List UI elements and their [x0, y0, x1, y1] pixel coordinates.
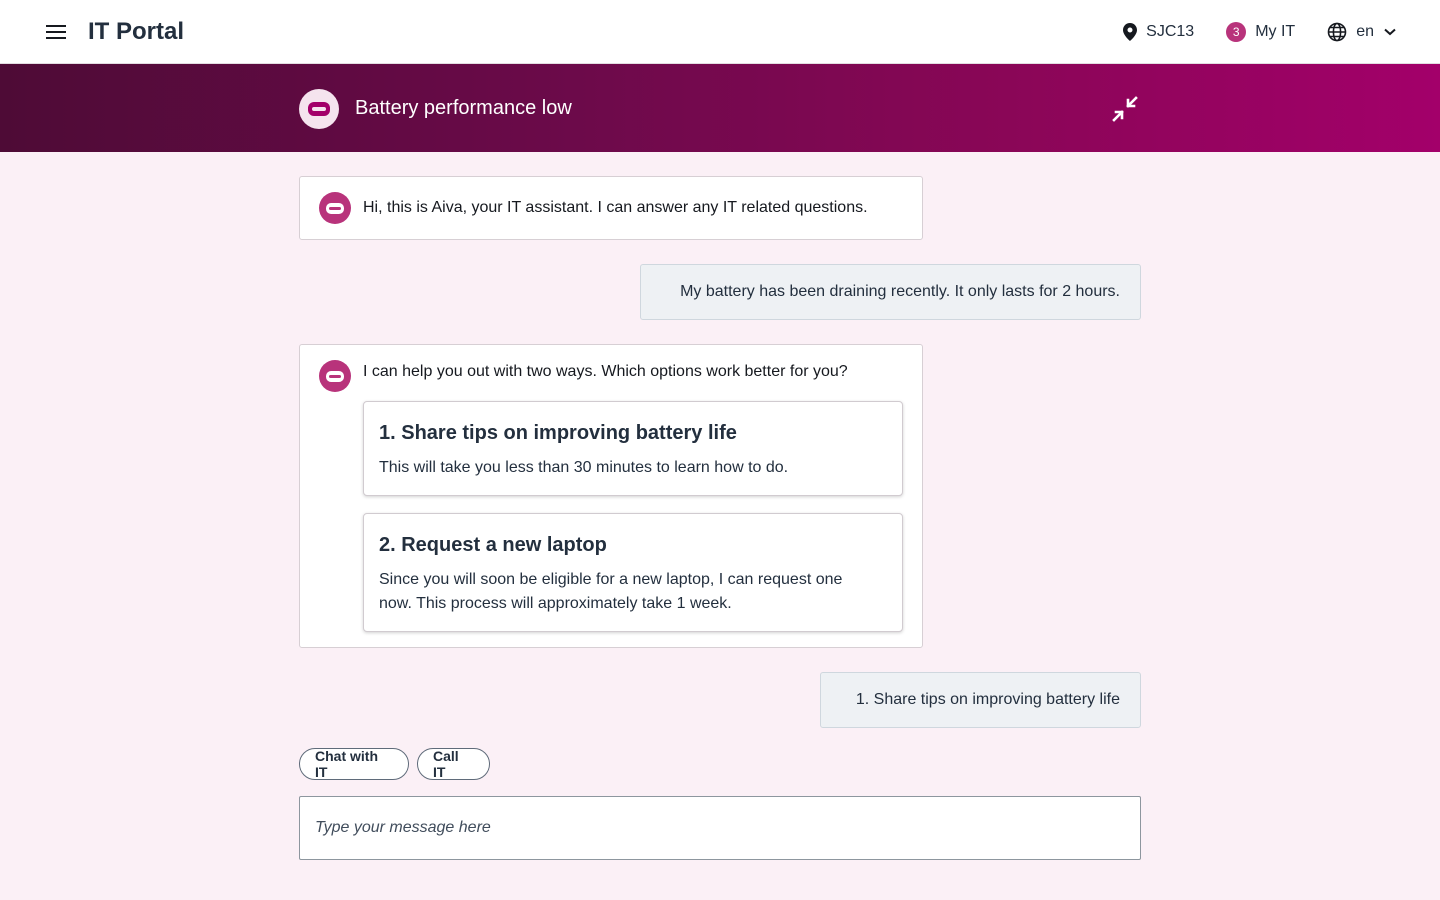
language-label: en: [1356, 23, 1374, 40]
user-message: 1. Share tips on improving battery life: [820, 672, 1141, 728]
call-it-button[interactable]: Call IT: [417, 748, 490, 780]
option-title: 2. Request a new laptop: [379, 534, 607, 556]
robot-icon: [299, 89, 339, 129]
robot-icon: [319, 192, 351, 224]
robot-icon: [319, 360, 351, 392]
option-description: This will take you less than 30 minutes …: [379, 459, 789, 476]
my-it-count-badge: 3: [1226, 22, 1247, 42]
option-title: 1. Share tips on improving battery life: [379, 422, 737, 444]
location-label: SJC13: [1146, 23, 1195, 40]
my-it-label: My IT: [1255, 23, 1296, 40]
nav-right-group: SJC13 3 My IT en: [1123, 16, 1396, 48]
user-message: My battery has been draining recently. I…: [640, 264, 1141, 320]
top-navigation: IT Portal SJC13 3 My IT en: [0, 0, 1440, 64]
user-message-text: 1. Share tips on improving battery life: [855, 691, 1120, 708]
chat-with-it-button[interactable]: Chat with IT: [299, 748, 409, 780]
portal-title[interactable]: IT Portal: [88, 16, 184, 48]
option-description: Since you will soon be eligible for a ne…: [379, 571, 843, 612]
my-it-link[interactable]: 3 My IT: [1226, 22, 1295, 42]
chevron-down-icon: [1384, 28, 1396, 36]
bot-message-greeting: Hi, this is Aiva, your IT assistant. I c…: [299, 176, 923, 240]
conversation-title: Battery performance low: [355, 97, 572, 119]
bot-message-text: I can help you out with two ways. Which …: [363, 363, 848, 380]
conversation-banner: Battery performance low: [0, 64, 1440, 152]
message-input[interactable]: [299, 796, 1141, 860]
location-selector[interactable]: SJC13: [1123, 23, 1194, 41]
hamburger-icon[interactable]: [44, 20, 68, 44]
collapse-arrows-icon[interactable]: [1110, 94, 1140, 124]
option-card-battery-tips[interactable]: 1. Share tips on improving battery life …: [363, 401, 903, 496]
user-message-text: My battery has been draining recently. I…: [680, 283, 1120, 300]
globe-icon: [1327, 22, 1347, 42]
option-card-new-laptop[interactable]: 2. Request a new laptop Since you will s…: [363, 513, 903, 632]
map-pin-icon: [1123, 23, 1138, 41]
bot-message-options: I can help you out with two ways. Which …: [299, 344, 923, 648]
bot-message-text: Hi, this is Aiva, your IT assistant. I c…: [363, 199, 868, 216]
language-selector[interactable]: en: [1327, 22, 1396, 42]
